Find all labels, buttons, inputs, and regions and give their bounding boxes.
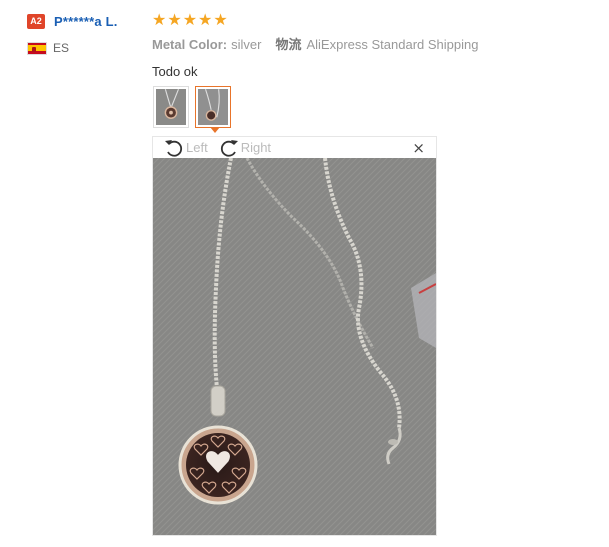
spain-flag-icon [27, 41, 47, 55]
photo-viewer: Left Right × [152, 136, 437, 536]
rotate-right-icon [220, 139, 238, 157]
reviewer-country: ES [27, 41, 147, 55]
shipping-label: 物流 [275, 37, 302, 52]
star-icon: ★ [182, 10, 198, 29]
shipping-value: AliExpress Standard Shipping [306, 37, 479, 52]
country-code: ES [53, 41, 70, 55]
star-icon: ★ [152, 10, 167, 29]
necklace-photo [153, 158, 436, 535]
thumbnail-photo-2[interactable] [195, 86, 231, 133]
close-icon[interactable]: × [412, 141, 425, 156]
reviewer-name[interactable]: P******a L. [54, 14, 118, 29]
metal-color-value: silver [231, 37, 262, 52]
rotate-left-label: Left [186, 140, 208, 155]
rotate-right-label: Right [240, 140, 272, 155]
selected-indicator [210, 127, 220, 133]
review-text: Todo ok [152, 64, 198, 79]
review-body: ★ ★ ★ ★ ★ Metal Color: silver 物流 AliExpress … [152, 11, 592, 80]
star-icon: ★ [213, 10, 228, 29]
buyer-level-badge: A2 [27, 13, 45, 29]
star-rating: ★ ★ ★ ★ ★ [152, 11, 592, 29]
review-photo-thumbnails [153, 86, 231, 133]
reviewer-name-row: A2 P******a L. [27, 12, 147, 30]
rotate-right-button[interactable]: Right [218, 138, 271, 158]
thumbnail-photo-1[interactable] [153, 86, 189, 128]
metal-color-label: Metal Color: [152, 37, 228, 52]
viewer-toolbar: Left Right × [153, 137, 436, 158]
rotate-left-button[interactable]: Left [163, 138, 208, 158]
rotate-left-icon [165, 139, 183, 157]
review-attributes: Metal Color: silver 物流 AliExpress Standa… [152, 34, 592, 53]
reviewer-info: A2 P******a L. ES [27, 12, 147, 55]
star-icon: ★ [198, 10, 213, 29]
star-icon: ★ [167, 10, 182, 29]
